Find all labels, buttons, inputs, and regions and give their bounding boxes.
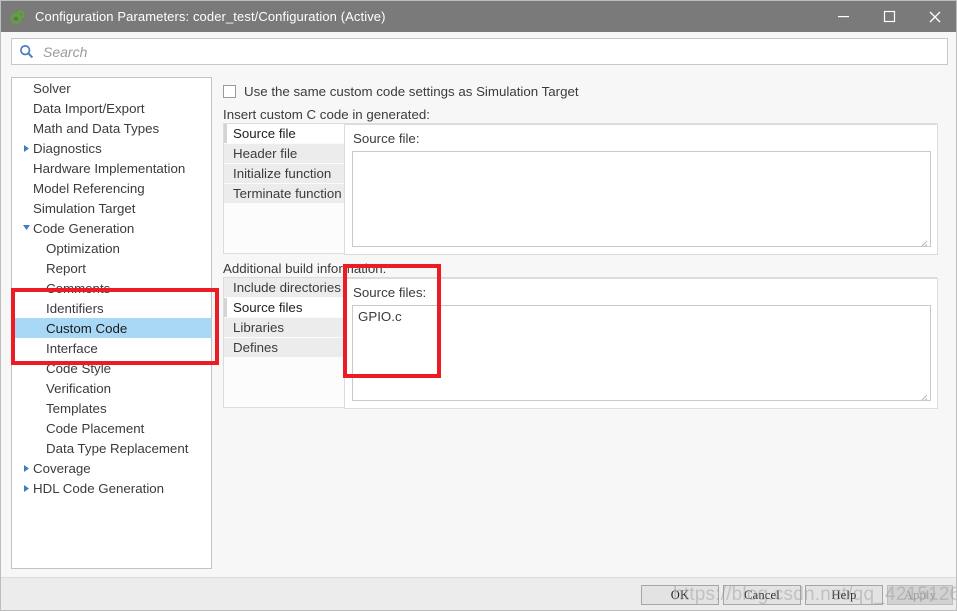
insert-custom-code-field-panel: Source file: (344, 124, 938, 255)
resize-grip-icon[interactable] (919, 236, 928, 246)
window-title: Configuration Parameters: coder_test/Con… (35, 9, 386, 24)
same-settings-label: Use the same custom code settings as Sim… (244, 84, 579, 99)
ok-button[interactable]: OK (641, 585, 719, 605)
tree-item-label: Identifiers (46, 300, 104, 316)
tab-libraries[interactable]: Libraries (224, 318, 344, 338)
tree-item-label: Code Placement (46, 420, 145, 436)
search-icon (19, 44, 34, 59)
tree-item-label: Optimization (46, 240, 120, 256)
tree-item-data-import-export[interactable]: Data Import/Export (12, 98, 211, 118)
tree-item-label: Model Referencing (33, 180, 145, 196)
tree-item-code-placement[interactable]: Code Placement (12, 418, 211, 438)
tree-item-solver[interactable]: Solver (12, 78, 211, 98)
source-file-caption: Source file: (353, 131, 420, 146)
tree-item-diagnostics[interactable]: Diagnostics (12, 138, 211, 158)
tree-item-coverage[interactable]: Coverage (12, 458, 211, 478)
dialog-footer: OK Cancel Help Apply (1, 577, 956, 610)
custom-code-pane: Use the same custom code settings as Sim… (220, 77, 948, 569)
tree-item-label: Coverage (33, 460, 91, 476)
tree-item-label: Verification (46, 380, 112, 396)
search-box[interactable] (11, 38, 948, 65)
tree-item-code-generation[interactable]: Code Generation (12, 218, 211, 238)
source-file-textarea[interactable] (352, 151, 931, 247)
tab-label: Source files (233, 300, 303, 315)
cancel-button[interactable]: Cancel (723, 585, 801, 605)
source-files-caption: Source files: (353, 285, 427, 300)
tree-item-label: Data Import/Export (33, 100, 145, 116)
tab-include-directories[interactable]: Include directories (224, 278, 344, 298)
tree-item-label: Interface (46, 340, 98, 356)
title-bar: Configuration Parameters: coder_test/Con… (1, 1, 956, 32)
tree-item-label: Data Type Replacement (46, 440, 189, 456)
tree-item-verification[interactable]: Verification (12, 378, 211, 398)
tab-initialize-function[interactable]: Initialize function (224, 164, 344, 184)
tree-item-interface[interactable]: Interface (12, 338, 211, 358)
minimize-button[interactable] (820, 1, 866, 32)
settings-tree[interactable]: Solver Data Import/Export Math and Data Ty… (11, 77, 212, 569)
tab-label: Libraries (233, 320, 284, 335)
tree-item-simulation-target[interactable]: Simulation Target (12, 198, 211, 218)
maximize-button[interactable] (866, 1, 912, 32)
tree-item-label: Hardware Implementation (33, 160, 186, 176)
tab-header-file[interactable]: Header file (224, 144, 344, 164)
search-bar-region (1, 32, 956, 70)
configuration-parameters-window: Configuration Parameters: coder_test/Con… (0, 0, 957, 611)
help-button[interactable]: Help (805, 585, 883, 605)
tab-label: Header file (233, 146, 298, 161)
tree-item-label: Code Style (46, 360, 112, 376)
same-settings-checkbox-row[interactable]: Use the same custom code settings as Sim… (223, 84, 579, 99)
tree-item-model-referencing[interactable]: Model Referencing (12, 178, 211, 198)
tree-item-hdl-code-generation[interactable]: HDL Code Generation (12, 478, 211, 498)
tree-item-label: Diagnostics (33, 140, 102, 156)
tab-label: Initialize function (233, 166, 332, 181)
tree-item-report[interactable]: Report (12, 258, 211, 278)
search-input[interactable] (41, 40, 947, 63)
resize-grip-icon[interactable] (919, 390, 928, 400)
tree-item-label: Simulation Target (33, 200, 136, 216)
tree-item-data-type-replacement[interactable]: Data Type Replacement (12, 438, 211, 458)
chevron-down-icon[interactable] (20, 224, 33, 232)
tab-defines[interactable]: Defines (224, 338, 344, 358)
tree-item-optimization[interactable]: Optimization (12, 238, 211, 258)
source-files-text: GPIO.c (358, 309, 402, 324)
tree-item-code-style[interactable]: Code Style (12, 358, 211, 378)
tree-item-label: Code Generation (33, 220, 135, 236)
tree-item-custom-code[interactable]: Custom Code (12, 318, 211, 338)
tree-item-identifiers[interactable]: Identifiers (12, 298, 211, 318)
additional-build-tabgroup: Include directories Source files Libraries… (223, 277, 938, 409)
tab-label: Terminate function (233, 186, 342, 201)
tab-source-files[interactable]: Source files (224, 298, 344, 318)
chevron-right-icon[interactable] (20, 484, 33, 493)
additional-build-tablist[interactable]: Include directories Source files Libraries… (224, 278, 344, 358)
tree-item-label: HDL Code Generation (33, 480, 165, 496)
tree-item-label: Custom Code (46, 320, 128, 336)
insert-custom-code-tabgroup: Source file Header file Initialize functio… (223, 123, 938, 255)
tree-item-hardware-implementation[interactable]: Hardware Implementation (12, 158, 211, 178)
additional-build-field-panel: Source files: GPIO.c (344, 278, 938, 409)
tree-item-label: Report (46, 260, 86, 276)
tree-item-math-and-data-types[interactable]: Math and Data Types (12, 118, 211, 138)
tab-label: Defines (233, 340, 279, 355)
tree-item-label: Comments (46, 280, 111, 296)
apply-button: Apply (887, 585, 953, 605)
simulink-icon (10, 9, 26, 25)
tree-item-label: Math and Data Types (33, 120, 160, 136)
tree-item-comments[interactable]: Comments (12, 278, 211, 298)
insert-custom-code-label: Insert custom C code in generated: (223, 107, 430, 122)
chevron-right-icon[interactable] (20, 144, 33, 153)
tree-item-label: Solver (33, 80, 71, 96)
tab-label: Include directories (233, 280, 341, 295)
tree-item-label: Templates (46, 400, 107, 416)
tab-label: Source file (233, 126, 296, 141)
insert-custom-code-tablist[interactable]: Source file Header file Initialize functio… (224, 124, 344, 204)
same-settings-checkbox[interactable] (223, 85, 236, 98)
chevron-right-icon[interactable] (20, 464, 33, 473)
source-files-textarea[interactable]: GPIO.c (352, 305, 931, 401)
additional-build-information-label: Additional build information: (223, 261, 387, 276)
tab-terminate-function[interactable]: Terminate function (224, 184, 344, 204)
close-button[interactable] (912, 1, 956, 32)
tab-source-file[interactable]: Source file (224, 124, 344, 144)
tree-item-templates[interactable]: Templates (12, 398, 211, 418)
